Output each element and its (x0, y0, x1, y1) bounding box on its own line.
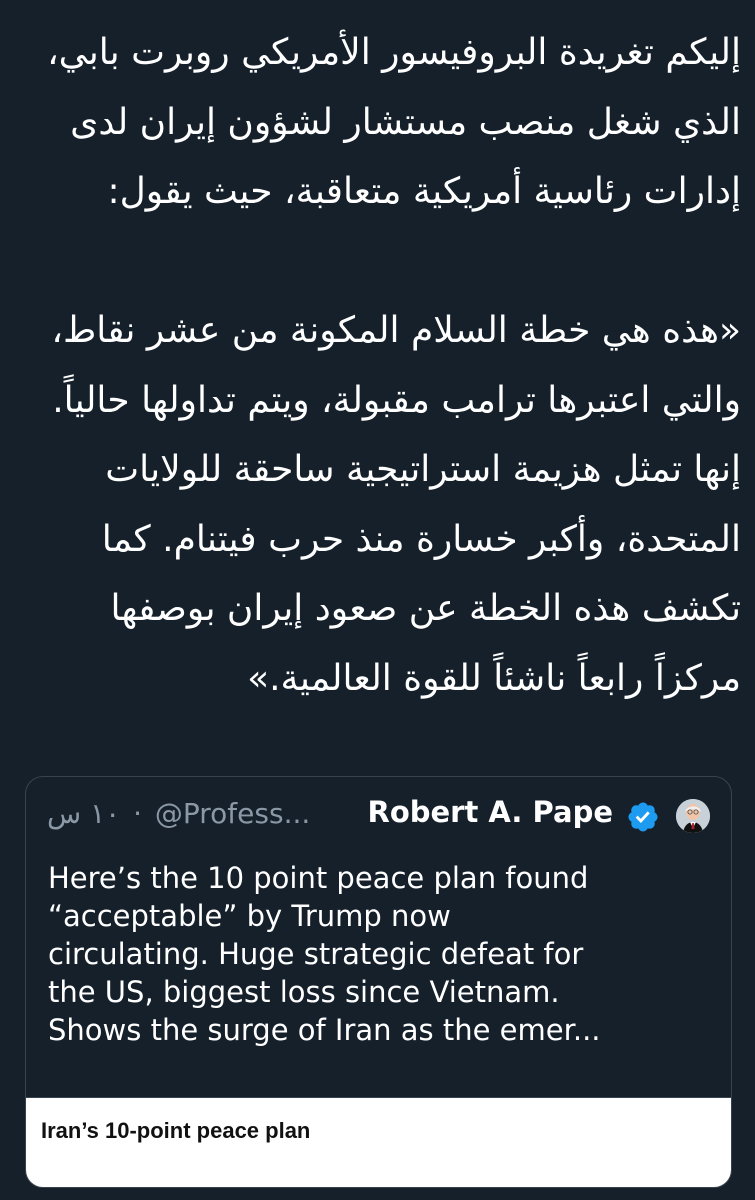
post-text-line: «هذه هي خطة السلام المكونة من عشر نقاط، (51, 310, 741, 351)
quoted-tweet-text: Here’s the 10 point peace plan found “ac… (48, 859, 710, 1049)
post-text-line: إدارات رئاسية أمريكية متعاقبة، حيث يقول: (107, 171, 742, 212)
post-text-line: تكشف هذه الخطة عن صعود إيران بوصفها (110, 588, 741, 629)
post-text: إليكم تغريدة البروفيسور الأمريكي روبرت ب… (0, 0, 755, 713)
quoted-tweet-meta[interactable]: ١٠ س · @Profess... (47, 797, 310, 830)
meta-separator: · (133, 797, 142, 830)
post-text-line: الذي شغل منصب مستشار لشؤون إيران لدى (70, 101, 741, 143)
post-text-line: مركزاً رابعاً ناشئاً للقوة العالمية.» (247, 657, 741, 699)
media-title: Iran’s 10-point peace plan (41, 1118, 311, 1143)
quoted-tweet-card[interactable]: ١٠ س · @Profess... Robert A. Pape Here’s… (25, 776, 732, 1188)
time-label: ١٠ س (47, 797, 121, 830)
post-text-line: المتحدة، وأكبر خسارة منذ حرب فيتنام. كما (101, 518, 741, 560)
post-text-line: إنها تمثل هزيمة استراتيجية ساحقة للولايا… (105, 449, 741, 490)
author-avatar[interactable] (676, 799, 710, 833)
quoted-text-line: Shows the surge of Iran as the emer... (48, 1013, 601, 1047)
author-handle[interactable]: @Profess... (155, 797, 310, 830)
quoted-text-line: circulating. Huge strategic defeat for (48, 937, 584, 971)
quoted-media-preview[interactable]: Iran’s 10-point peace plan (26, 1097, 731, 1187)
quoted-tweet-header: ١٠ س · @Profess... Robert A. Pape (26, 777, 731, 861)
quoted-text-line: “acceptable” by Trump now (48, 899, 451, 933)
verified-badge-icon (626, 800, 660, 834)
tweet-post: إليكم تغريدة البروفيسور الأمريكي روبرت ب… (0, 0, 755, 713)
quoted-text-line: the US, biggest loss since Vietnam. (48, 975, 560, 1009)
author-name[interactable]: Robert A. Pape (367, 795, 613, 829)
post-text-line: والتي اعتبرها ترامب مقبولة، ويتم تداولها… (52, 379, 741, 421)
quoted-text-line: Here’s the 10 point peace plan found (48, 861, 589, 895)
post-text-line: إليكم تغريدة البروفيسور الأمريكي روبرت ب… (47, 32, 741, 73)
